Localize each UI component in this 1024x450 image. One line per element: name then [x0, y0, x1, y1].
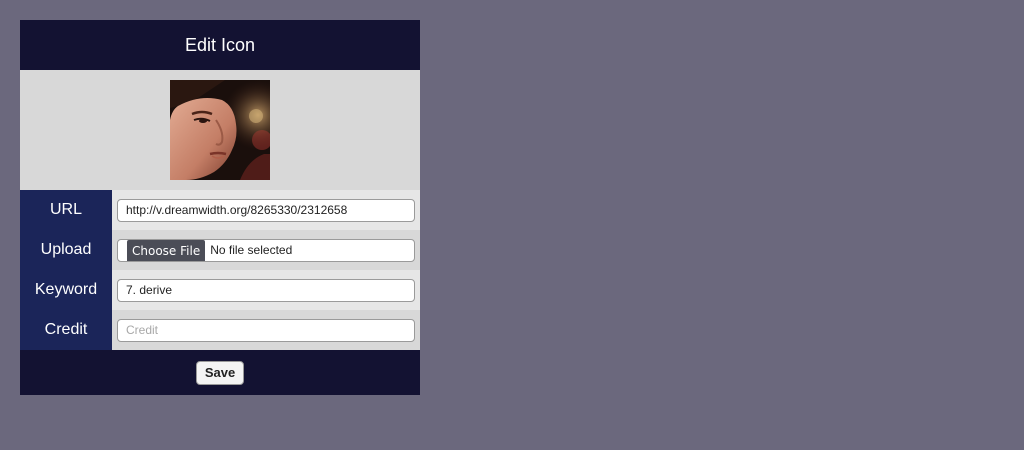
credit-label: Credit	[20, 310, 112, 350]
dialog-header: Edit Icon	[20, 20, 420, 70]
credit-field-cell	[112, 310, 420, 350]
keyword-label: Keyword	[20, 270, 112, 310]
url-row: URL	[20, 190, 420, 230]
upload-label: Upload	[20, 230, 112, 270]
icon-preview-area	[20, 70, 420, 190]
url-label: URL	[20, 190, 112, 230]
credit-row: Credit	[20, 310, 420, 350]
save-button[interactable]: Save	[195, 360, 245, 385]
url-field-cell	[112, 190, 420, 230]
file-status-text: No file selected	[210, 242, 293, 257]
keyword-field-cell	[112, 270, 420, 310]
icon-preview-image	[170, 80, 270, 180]
upload-file-input[interactable]: Choose File No file selected	[117, 238, 415, 262]
upload-field-cell: Choose File No file selected	[112, 230, 420, 270]
credit-input[interactable]	[117, 318, 415, 342]
dialog-footer: Save	[20, 350, 420, 395]
choose-file-button[interactable]: Choose File	[127, 239, 206, 261]
keyword-row: Keyword	[20, 270, 420, 310]
dialog-title: Edit Icon	[184, 34, 256, 55]
upload-row: Upload Choose File No file selected	[20, 230, 420, 270]
url-input[interactable]	[117, 198, 415, 222]
keyword-input[interactable]	[117, 278, 415, 302]
edit-icon-dialog: Edit Icon URL http://v.dreamwidth.org/82…	[20, 20, 420, 395]
